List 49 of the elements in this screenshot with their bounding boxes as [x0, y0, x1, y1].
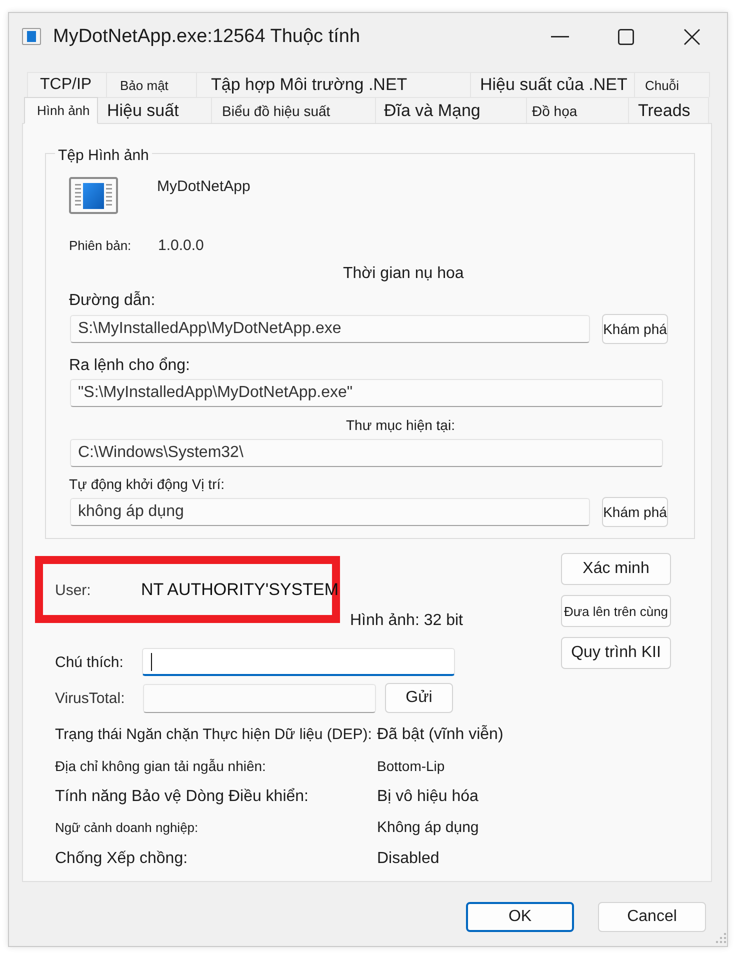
app-icon	[22, 28, 41, 45]
comment-label: Chú thích:	[55, 654, 124, 670]
tab[interactable]: Treads	[628, 97, 709, 123]
action-button[interactable]: Xác minh	[561, 553, 671, 585]
minimize-icon	[551, 36, 569, 38]
mitigation-value: Không áp dụng	[377, 819, 479, 836]
version-label: Phiên bản:	[69, 238, 132, 252]
maximize-icon	[618, 28, 634, 44]
tab[interactable]: Hình ảnh	[24, 97, 98, 124]
mitigation-label: Tính năng Bảo vệ Dòng Điều khiển:	[55, 788, 310, 806]
ok-button[interactable]: OK	[466, 902, 574, 932]
command-line-label: Ra lệnh cho ổng:	[69, 357, 190, 375]
path-field[interactable]: S:\MyInstalledApp\MyDotNetApp.exe	[70, 315, 590, 343]
version-value: 1.0.0.0	[158, 236, 204, 254]
mitigation-value: Đã bật (vĩnh viễn)	[377, 726, 504, 744]
mitigation-label: Chống Xếp chồng:	[55, 850, 189, 868]
program-name: MyDotNetApp	[157, 178, 250, 195]
cancel-button[interactable]: Cancel	[598, 902, 706, 932]
tab[interactable]: Chuỗi	[634, 72, 710, 97]
close-icon	[684, 28, 700, 44]
browse-button[interactable]: Khám phá	[602, 497, 668, 527]
submit-button[interactable]: Gửi	[385, 683, 453, 713]
mitigation-label: Ngữ cảnh doanh nghiệp:	[55, 820, 200, 835]
timestamp-label: Thời gian nụ hoa	[343, 264, 464, 283]
window-title: MyDotNetApp.exe:12564 Thuộc tính	[53, 26, 362, 48]
action-button[interactable]: Quy trình KII	[561, 637, 671, 669]
command-line-field[interactable]: "S:\MyInstalledApp\MyDotNetApp.exe"	[70, 379, 663, 407]
mitigation-value: Bottom-Lip	[377, 758, 445, 774]
autostart-label: Tự động khởi động Vị trí:	[69, 476, 225, 493]
path-label: Đường dẫn:	[69, 292, 156, 310]
user-label: User:	[55, 582, 92, 598]
mitigation-label: Địa chỉ không gian tải ngẫu nhiên:	[55, 758, 267, 774]
group-title: Tệp Hình ảnh	[55, 147, 152, 165]
tab[interactable]: TCP/IP	[27, 72, 107, 97]
virustotal-field[interactable]	[143, 684, 376, 712]
mitigation-value: Bị vô hiệu hóa	[377, 788, 478, 806]
comment-field[interactable]	[142, 648, 455, 676]
browse-button[interactable]: Khám phá	[602, 314, 668, 344]
current-directory-field[interactable]: C:\Windows\System32\	[70, 439, 663, 467]
mitigation-label: Trạng thái Ngăn chặn Thực hiện Dữ liệu (DEP):	[55, 726, 373, 743]
autostart-field[interactable]: không áp dụng	[70, 498, 590, 526]
virustotal-label: VirusTotal:	[55, 690, 126, 706]
mitigation-value: Disabled	[377, 850, 440, 868]
current-directory-label: Thư mục hiện tại:	[346, 417, 455, 434]
resize-grip-icon[interactable]	[715, 932, 727, 944]
program-icon	[69, 177, 118, 214]
text-cursor-icon	[151, 652, 152, 670]
action-button[interactable]: Đưa lên trên cùng	[561, 595, 671, 627]
image-type-text: Hình ảnh: 32 bit	[350, 612, 463, 630]
